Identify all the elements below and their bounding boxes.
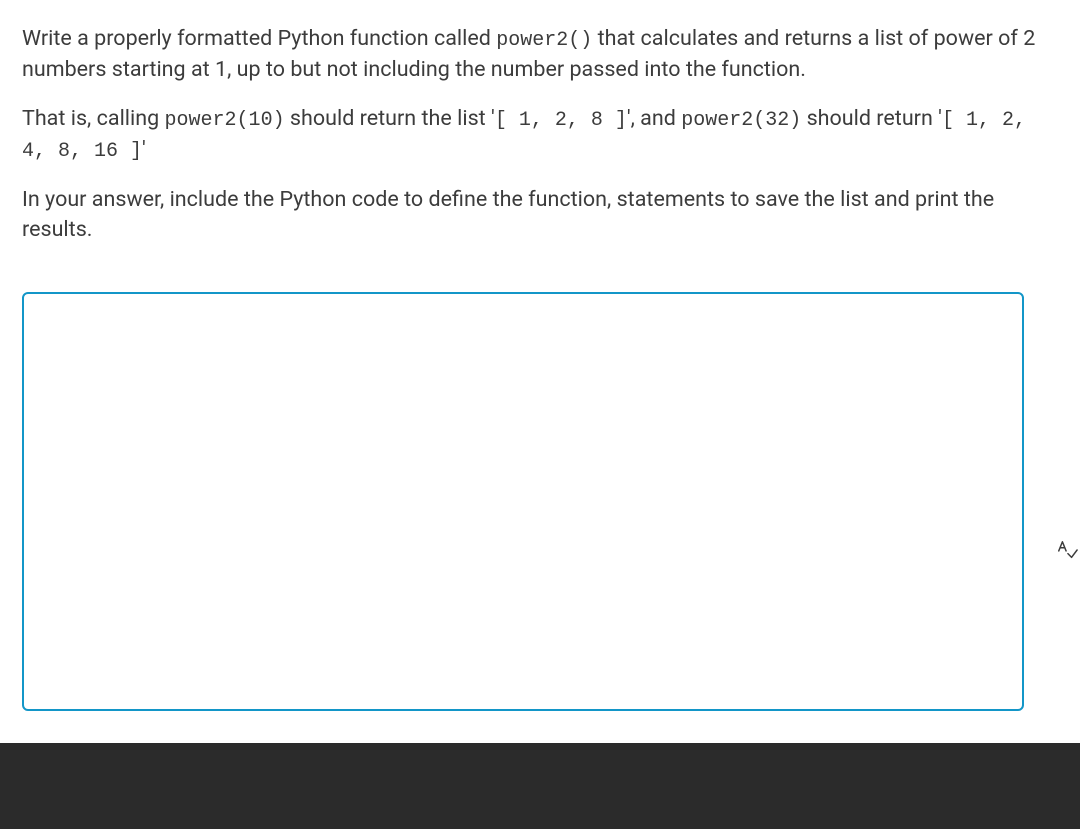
answer-input[interactable] xyxy=(22,292,1024,711)
spellcheck-icon xyxy=(1056,539,1078,561)
text-fragment: That is, calling xyxy=(22,106,165,131)
prompt-paragraph-2: That is, calling power2(10) should retur… xyxy=(22,104,1058,167)
text-fragment: should return ' xyxy=(801,106,942,131)
text-fragment: should return the list ' xyxy=(285,106,495,131)
code-inline: power2(10) xyxy=(165,109,285,132)
spellcheck-button[interactable] xyxy=(1052,536,1080,564)
code-inline: power2() xyxy=(496,29,592,52)
prompt-paragraph-3: In your answer, include the Python code … xyxy=(22,185,1058,246)
question-card: Write a properly formatted Python functi… xyxy=(0,0,1080,743)
code-inline: [ 1, 2, 8 ] xyxy=(495,109,627,132)
text-fragment: ', and xyxy=(627,106,681,131)
question-prompt: Write a properly formatted Python functi… xyxy=(22,24,1058,246)
text-fragment: ' xyxy=(142,137,146,162)
text-fragment: Write a properly formatted Python functi… xyxy=(22,26,496,51)
prompt-paragraph-1: Write a properly formatted Python functi… xyxy=(22,24,1058,86)
code-inline: power2(32) xyxy=(681,109,801,132)
